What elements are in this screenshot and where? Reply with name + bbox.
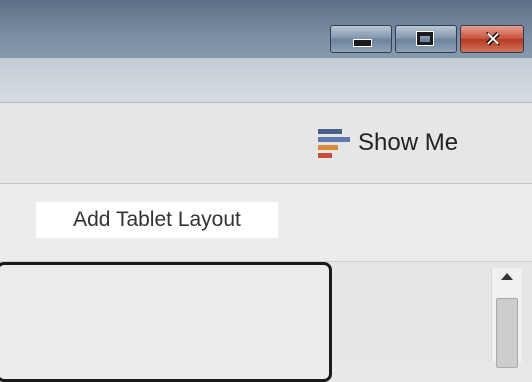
window-titlebar: ✕ xyxy=(0,0,532,58)
minimize-icon xyxy=(353,39,372,47)
show-me-icon xyxy=(316,126,350,160)
maximize-button[interactable] xyxy=(395,25,457,53)
menu-bar xyxy=(0,58,532,103)
vertical-scrollbar[interactable] xyxy=(491,268,522,368)
scroll-up-arrow-icon[interactable] xyxy=(501,273,513,280)
add-tablet-layout-button[interactable]: Add Tablet Layout xyxy=(36,202,278,238)
show-me-button[interactable]: Show Me xyxy=(316,125,458,161)
close-button[interactable]: ✕ xyxy=(460,25,524,53)
maximize-icon xyxy=(416,31,434,46)
close-icon: ✕ xyxy=(484,27,502,51)
scroll-thumb[interactable] xyxy=(496,298,518,368)
dashboard-frame xyxy=(0,262,332,382)
minimize-button[interactable] xyxy=(330,25,392,53)
show-me-label: Show Me xyxy=(358,129,459,156)
